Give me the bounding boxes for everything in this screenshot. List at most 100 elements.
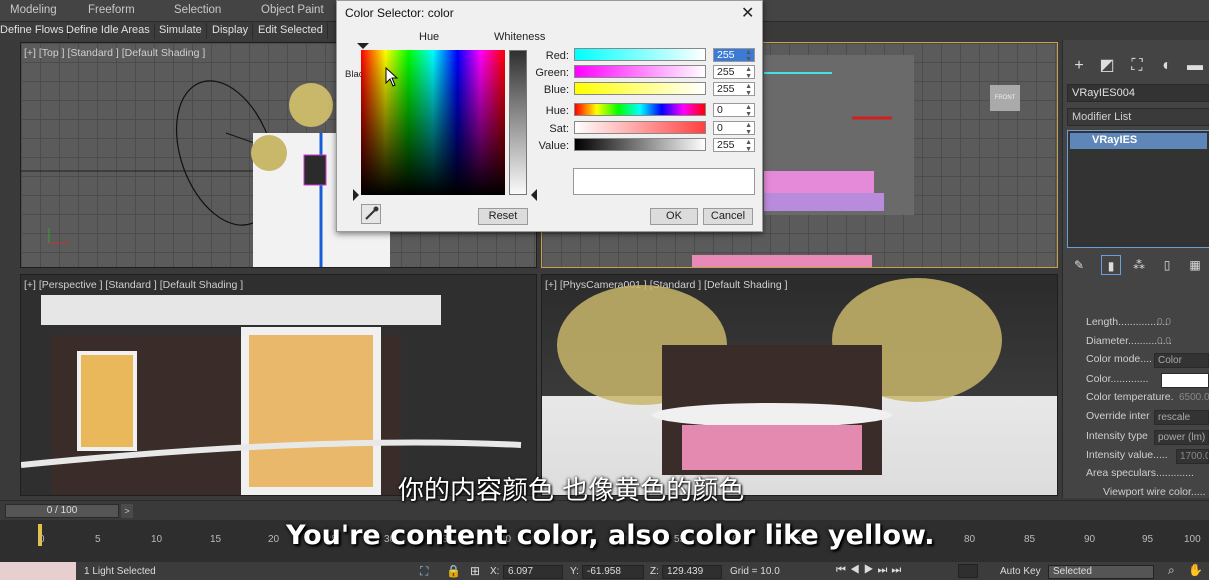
absolute-mode-icon[interactable]: ⊞ <box>470 564 480 578</box>
param-diameter-value[interactable]: 0.0 <box>1154 335 1209 350</box>
stack-item-vrayies[interactable]: VRayIES <box>1070 133 1207 149</box>
ok-button[interactable]: OK <box>650 208 698 225</box>
object-name-field[interactable]: VRayIES004 <box>1067 84 1209 102</box>
hierarchy-icon[interactable]: ⛶ <box>1127 56 1147 76</box>
close-icon[interactable]: ✕ <box>741 3 754 23</box>
param-area-speculars-label: Area speculars............. <box>1086 467 1194 479</box>
next-frame-button[interactable]: > <box>121 504 133 518</box>
hue-header: Hue <box>419 31 440 43</box>
param-color-mode-label: Color mode.... <box>1086 353 1152 365</box>
red-label: Red: <box>545 50 569 62</box>
sat-value-field[interactable]: 0 ▲ ▼ <box>713 121 755 136</box>
hue-marker-icon[interactable] <box>357 43 369 49</box>
tick-label: 85 <box>1024 534 1036 545</box>
pan-icon[interactable]: ✋ <box>1188 563 1203 577</box>
remove-modifier-icon[interactable]: ▯ <box>1157 255 1177 275</box>
mouse-cursor-icon <box>385 67 399 87</box>
set-key-button[interactable] <box>958 564 978 578</box>
perspective-scene <box>21 295 522 495</box>
value-slider[interactable] <box>574 138 706 151</box>
param-color-label: Color............. <box>1086 373 1149 385</box>
param-color-mode-dropdown[interactable]: Color <box>1154 353 1209 368</box>
edit-selected-button[interactable]: Edit Selected <box>254 23 328 39</box>
command-panel-tabs: + ◩ ⛶ ◐ ▬ <box>1063 54 1209 78</box>
display-button[interactable]: Display <box>208 23 254 39</box>
tick-label: 95 <box>1142 534 1154 545</box>
lock-icon[interactable]: 🔒 <box>446 564 461 578</box>
isolate-icon[interactable]: ⛶ <box>420 564 428 579</box>
auto-key-button[interactable]: Auto Key <box>1000 566 1041 577</box>
tick-label: 5 <box>95 534 101 545</box>
make-unique-icon[interactable]: ⁂ <box>1129 255 1149 275</box>
red-slider[interactable] <box>574 48 706 61</box>
blue-slider[interactable] <box>574 82 706 95</box>
modifier-stack[interactable]: VRayIES <box>1067 130 1209 248</box>
hue-slider[interactable] <box>574 103 706 116</box>
param-color-temperature-value[interactable]: 6500.0 <box>1176 391 1209 406</box>
hue-label: Hue: <box>545 105 569 117</box>
cancel-button[interactable]: Cancel <box>703 208 753 225</box>
maxscript-listener[interactable] <box>0 562 76 580</box>
green-value-field[interactable]: 255 ▲ ▼ <box>713 65 755 80</box>
sat-slider[interactable] <box>574 121 706 134</box>
z-coordinate-field[interactable]: 129.439 <box>662 565 722 579</box>
tick-label: 80 <box>964 534 976 545</box>
tick-label: 15 <box>210 534 222 545</box>
tab-freeform[interactable]: Freeform <box>88 4 135 16</box>
tick-label: 100 <box>1184 534 1201 545</box>
blackness-marker-icon[interactable] <box>353 189 359 201</box>
value-label: Value: <box>538 140 569 152</box>
eyedropper-button[interactable] <box>361 204 381 224</box>
modify-icon[interactable]: ◩ <box>1097 56 1117 76</box>
pin-stack-icon[interactable]: ✎ <box>1069 255 1089 275</box>
tick-label: 90 <box>1084 534 1096 545</box>
reset-button[interactable]: Reset <box>478 208 528 225</box>
display-icon[interactable]: ▬ <box>1185 56 1205 76</box>
tick-label: 10 <box>151 534 163 545</box>
y-coordinate-field[interactable]: -61.958 <box>582 565 644 579</box>
tab-selection[interactable]: Selection <box>174 4 221 16</box>
param-color-swatch[interactable] <box>1161 373 1209 388</box>
param-intensity-type-dropdown[interactable]: power (lm) <box>1154 430 1209 445</box>
viewport-camera[interactable]: [+] [PhysCamera001 ] [Standard ] [Defaul… <box>541 274 1058 496</box>
hue-value-field[interactable]: 0 ▲ ▼ <box>713 103 755 118</box>
grid-status: Grid = 10.0 <box>730 566 780 577</box>
create-icon[interactable]: + <box>1069 56 1089 76</box>
modifier-list-dropdown[interactable]: Modifier List <box>1067 108 1209 126</box>
green-slider[interactable] <box>574 65 706 78</box>
dialog-title: Color Selector: color <box>345 6 454 20</box>
simulate-button[interactable]: Simulate <box>155 23 207 39</box>
hue-blackness-picker[interactable] <box>361 50 505 195</box>
key-filter-dropdown[interactable]: Selected <box>1048 565 1154 579</box>
viewport-perspective[interactable]: [+] [Perspective ] [Standard ] [Default … <box>20 274 537 496</box>
configure-sets-icon[interactable]: ▦ <box>1185 255 1205 275</box>
param-length-value[interactable]: 0.0 <box>1154 316 1209 331</box>
motion-icon[interactable]: ◐ <box>1157 56 1177 76</box>
subtitle-english: You're content color, also color like ye… <box>286 520 935 551</box>
y-label: Y: <box>570 566 579 577</box>
value-value-field[interactable]: 255 ▲ ▼ <box>713 138 755 153</box>
tab-object-paint[interactable]: Object Paint <box>261 4 324 16</box>
tick-label: 20 <box>268 534 280 545</box>
red-value-field[interactable]: 255 ▲ ▼ <box>713 48 755 63</box>
whiteness-header: Whiteness <box>494 31 546 43</box>
param-override-dropdown[interactable]: rescale <box>1154 410 1209 425</box>
param-intensity-type-label: Intensity type <box>1086 430 1148 442</box>
camera-scene <box>557 278 1002 475</box>
x-coordinate-field[interactable]: 6.097 <box>503 565 563 579</box>
blue-value-field[interactable]: 255 ▲ ▼ <box>713 82 755 97</box>
playback-controls-icon[interactable]: ⏮◀▶⏭⏭ <box>836 564 905 577</box>
viewcube[interactable]: FRONT <box>990 85 1020 111</box>
define-flows-button[interactable]: Define Flows <box>0 23 69 39</box>
param-override-label: Override inter <box>1086 410 1150 422</box>
tab-modeling[interactable]: Modeling <box>10 4 57 16</box>
x-label: X: <box>490 566 500 577</box>
param-intensity-value-field[interactable]: 1700.0 <box>1176 449 1209 464</box>
whiteness-marker-icon[interactable] <box>531 189 537 201</box>
show-end-result-icon[interactable]: ▮ <box>1101 255 1121 275</box>
left-toolbar-strip <box>0 40 20 498</box>
zoom-icon[interactable]: ⌕ <box>1168 563 1175 578</box>
color-selector-dialog: Color Selector: color ✕ Hue Whiteness Bl… <box>336 0 763 232</box>
define-idle-areas-button[interactable]: Define Idle Areas <box>62 23 155 39</box>
time-slider[interactable]: 0 / 100 <box>5 504 119 518</box>
